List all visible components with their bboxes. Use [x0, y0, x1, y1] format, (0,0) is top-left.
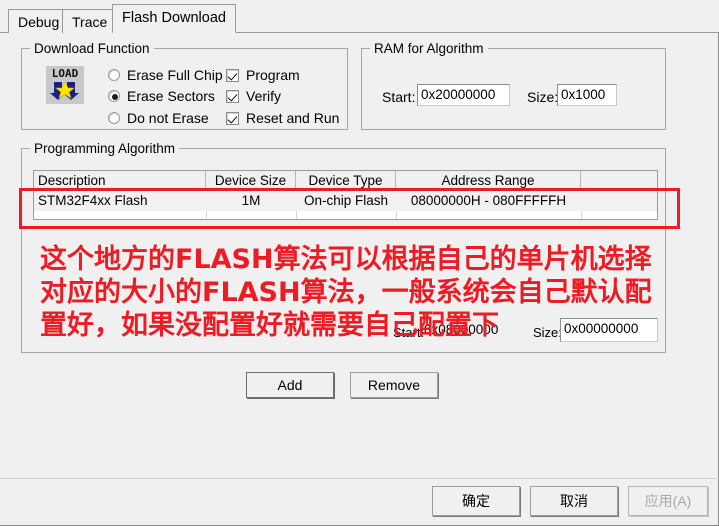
checkbox-verify-label: Verify	[246, 88, 282, 104]
load-icon-arrows	[50, 81, 79, 100]
radio-do-not-erase-label: Do not Erase	[127, 110, 209, 126]
cancel-button-label: 取消	[560, 493, 588, 509]
radio-erase-full-chip[interactable]: Erase Full Chip	[108, 67, 223, 83]
cell-device-size: 1M	[241, 193, 261, 208]
ram-size-input[interactable]: 0x1000	[557, 84, 617, 106]
checkbox-program[interactable]: Program	[226, 67, 300, 83]
column-header-address-range[interactable]: Address Range	[396, 171, 581, 190]
cancel-button[interactable]: 取消	[530, 486, 618, 516]
add-button[interactable]: Add	[246, 372, 334, 398]
column-header-description[interactable]: Description	[34, 171, 206, 190]
programming-algorithm-legend: Programming Algorithm	[30, 141, 180, 156]
radio-erase-full-chip-label: Erase Full Chip	[127, 67, 223, 83]
tab-debug[interactable]: Debug	[8, 9, 70, 33]
apply-button-label: 应用(A)	[644, 493, 692, 509]
checkbox-reset-and-run-label: Reset and Run	[246, 110, 340, 126]
column-header-device-type[interactable]: Device Type	[296, 171, 396, 190]
cell-address-range: 08000000H - 080FFFFFH	[410, 193, 567, 208]
radio-erase-full-chip-indicator[interactable]	[108, 69, 120, 81]
ram-for-algorithm-legend: RAM for Algorithm	[370, 41, 488, 56]
radio-do-not-erase[interactable]: Do not Erase	[108, 110, 209, 126]
table-header-row: Description Device Size Device Type Addr…	[34, 171, 657, 190]
flash-download-dialog: Debug Trace Flash Download Download Func…	[0, 0, 719, 526]
radio-do-not-erase-indicator[interactable]	[108, 112, 120, 124]
algorithm-start-input[interactable]: 0x08000000	[424, 320, 532, 341]
checkbox-program-indicator[interactable]	[226, 68, 239, 82]
tab-strip: Debug Trace Flash Download	[0, 0, 719, 33]
checkbox-reset-and-run[interactable]: Reset and Run	[226, 110, 339, 126]
ram-start-input[interactable]: 0x20000000	[417, 84, 510, 106]
tab-trace[interactable]: Trace	[62, 9, 118, 33]
tab-debug-label: Debug	[18, 14, 60, 30]
algorithm-start-label: Start:	[393, 325, 425, 340]
download-function-legend: Download Function	[30, 41, 154, 56]
footer-separator	[0, 478, 719, 479]
tab-trace-label: Trace	[72, 14, 108, 30]
apply-button: 应用(A)	[628, 486, 708, 516]
ok-button[interactable]: 确定	[432, 486, 520, 516]
ok-button-label: 确定	[462, 493, 490, 509]
cell-description: STM32F4xx Flash	[38, 193, 148, 208]
algorithm-size-input[interactable]: 0x00000000	[560, 318, 658, 342]
remove-button-label: Remove	[367, 377, 421, 393]
checkbox-program-label: Program	[246, 67, 300, 83]
column-header-spacer	[581, 171, 657, 190]
checkbox-reset-and-run-indicator[interactable]	[226, 111, 239, 125]
remove-button[interactable]: Remove	[350, 372, 438, 398]
radio-erase-sectors-label: Erase Sectors	[127, 88, 215, 104]
radio-erase-sectors[interactable]: Erase Sectors	[108, 88, 215, 104]
radio-erase-sectors-indicator[interactable]	[108, 90, 120, 102]
column-header-device-size[interactable]: Device Size	[206, 171, 296, 190]
load-icon: LOAD	[46, 66, 84, 104]
programming-algorithm-table[interactable]: Description Device Size Device Type Addr…	[33, 170, 658, 220]
cell-device-type: On-chip Flash	[303, 193, 389, 208]
table-row[interactable]: STM32F4xx Flash 1M On-chip Flash 0800000…	[34, 191, 657, 211]
add-button-label: Add	[277, 377, 303, 393]
tab-flash-download-label: Flash Download	[122, 10, 226, 26]
ram-start-label: Start:	[382, 89, 416, 105]
checkbox-verify[interactable]: Verify	[226, 88, 281, 104]
checkbox-verify-indicator[interactable]	[226, 89, 239, 103]
algorithm-size-label: Size:	[533, 325, 562, 340]
tab-flash-download[interactable]: Flash Download	[112, 4, 236, 33]
ram-size-label: Size:	[527, 89, 559, 105]
